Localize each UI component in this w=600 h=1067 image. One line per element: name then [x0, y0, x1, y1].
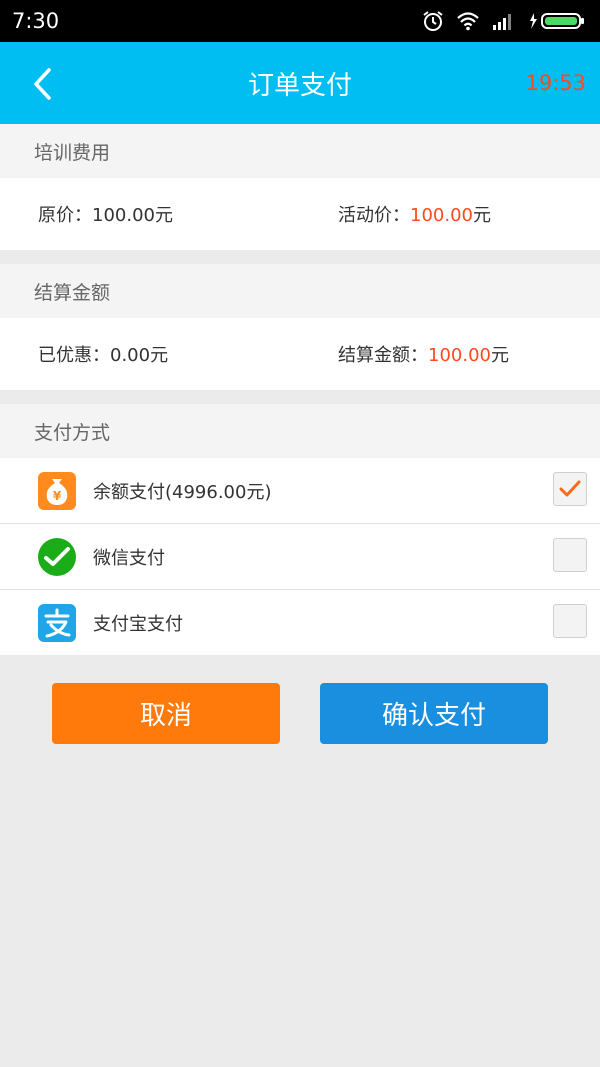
- alipay-icon: [37, 603, 77, 643]
- page-title: 订单支付: [247, 70, 352, 101]
- settlement-total-label: 结算金额：: [338, 345, 428, 366]
- section-header-training-fee: 培训费用: [0, 124, 600, 178]
- discount-value: 0.00元: [110, 345, 169, 366]
- promo-price: 活动价：100.00元: [300, 201, 600, 227]
- payment-option-label: 支付宝支付: [93, 613, 183, 635]
- promo-price-label: 活动价：: [338, 205, 410, 226]
- checkmark-icon: [559, 480, 581, 497]
- status-bar: 7:30: [0, 0, 600, 42]
- status-icons: [422, 10, 586, 32]
- payment-option-alipay[interactable]: 支付宝支付: [0, 589, 600, 655]
- signal-icon: [493, 14, 511, 30]
- payment-checkbox-balance[interactable]: [553, 472, 587, 506]
- settlement-row: 已优惠：0.00元 结算金额：100.00元: [0, 318, 600, 390]
- status-time: 7:30: [12, 9, 60, 33]
- wifi-icon: [457, 12, 479, 31]
- battery-icon: [530, 13, 584, 29]
- wallet-icon: ¥: [37, 471, 77, 511]
- payment-option-label: 微信支付: [93, 547, 165, 569]
- settlement-total-unit: 元: [490, 345, 509, 366]
- payment-option-balance[interactable]: ¥ 余额支付(4996.00元): [0, 458, 600, 523]
- payment-checkbox-wechat[interactable]: [553, 538, 587, 572]
- action-bar: 取消 确认支付: [0, 655, 600, 744]
- discount: 已优惠：0.00元: [0, 341, 300, 367]
- original-price-label: 原价：: [38, 205, 92, 226]
- promo-price-amount: 100.00: [410, 205, 473, 226]
- divider: [0, 390, 600, 404]
- settlement-total: 结算金额：100.00元: [300, 341, 600, 367]
- confirm-payment-button[interactable]: 确认支付: [320, 683, 548, 744]
- promo-price-unit: 元: [472, 205, 491, 226]
- payment-option-label: 余额支付(4996.00元): [93, 481, 272, 503]
- wechat-icon: [37, 537, 77, 577]
- title-bar: 订单支付 19:53: [0, 42, 600, 124]
- back-button[interactable]: [22, 64, 62, 104]
- training-fee-row: 原价：100.00元 活动价：100.00元: [0, 178, 600, 250]
- original-price-value: 100.00元: [92, 205, 173, 226]
- discount-label: 已优惠：: [38, 345, 110, 366]
- settlement-total-amount: 100.00: [428, 345, 491, 366]
- svg-text:¥: ¥: [53, 489, 62, 503]
- divider: [0, 250, 600, 264]
- countdown-timer: 19:53: [525, 71, 586, 95]
- section-header-payment: 支付方式: [0, 404, 600, 458]
- original-price: 原价：100.00元: [0, 201, 300, 227]
- section-header-settlement: 结算金额: [0, 264, 600, 318]
- payment-option-wechat[interactable]: 微信支付: [0, 523, 600, 589]
- payment-checkbox-alipay[interactable]: [553, 604, 587, 638]
- alarm-icon: [423, 11, 443, 31]
- chevron-left-icon: [34, 68, 51, 100]
- cancel-button[interactable]: 取消: [52, 683, 280, 744]
